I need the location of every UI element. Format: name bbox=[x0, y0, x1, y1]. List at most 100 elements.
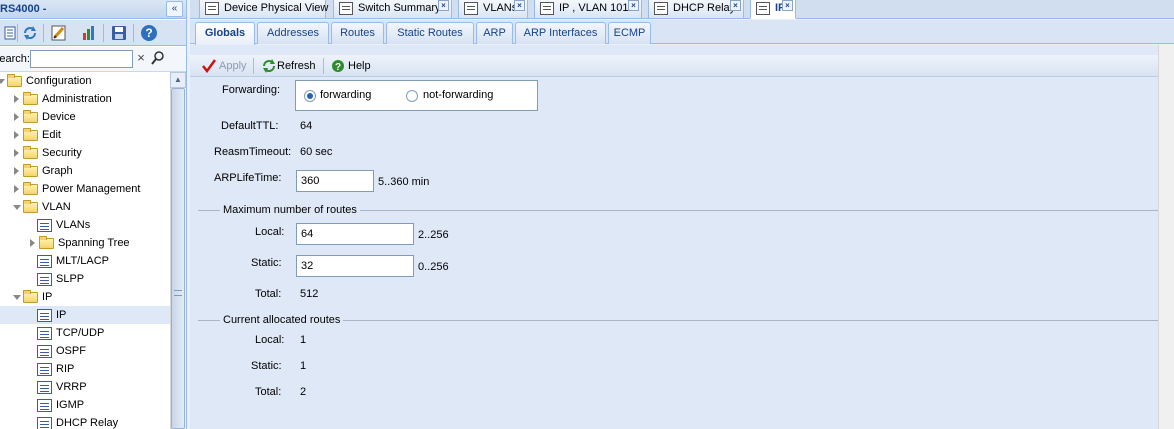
max-total-value: 512 bbox=[300, 288, 319, 300]
help-icon[interactable]: ? bbox=[140, 24, 158, 42]
tree-item-spanning-tree[interactable]: Spanning Tree bbox=[0, 234, 170, 252]
tree-item-tcp-udp[interactable]: TCP/UDP bbox=[0, 324, 170, 342]
forwarding-radio[interactable] bbox=[304, 90, 316, 102]
current-local-label: Local: bbox=[255, 334, 285, 346]
max-local-routes-input[interactable]: 64 bbox=[296, 223, 414, 245]
expand-arrow-icon[interactable] bbox=[14, 185, 19, 193]
collapse-panel-button[interactable]: « bbox=[166, 1, 183, 17]
tree-item-dhcp-relay[interactable]: DHCP Relay bbox=[0, 414, 170, 429]
document-tab-device-physical-view[interactable]: Device Physical View bbox=[199, 0, 329, 19]
tab-arp-interfaces[interactable]: ARP Interfaces bbox=[515, 22, 606, 44]
refresh-icon[interactable] bbox=[21, 24, 39, 42]
tree-item-vlan[interactable]: VLAN bbox=[0, 198, 170, 216]
tree-item-device[interactable]: Device bbox=[0, 108, 170, 126]
collapse-arrow-icon[interactable] bbox=[13, 205, 21, 210]
toolbar-separator bbox=[323, 58, 324, 74]
tab-globals[interactable]: Globals bbox=[195, 22, 255, 45]
toolbar-separator bbox=[253, 58, 254, 74]
arp-life-time-input[interactable]: 360 bbox=[296, 170, 374, 192]
document-tab-ip-vlan-101[interactable]: IP , VLAN 101 × bbox=[534, 0, 642, 19]
tree-item-ip[interactable]: IP bbox=[0, 288, 170, 306]
tree-item-label: Security bbox=[42, 147, 82, 159]
page-icon bbox=[37, 309, 52, 322]
max-routes-legend: Maximum number of routes bbox=[220, 204, 360, 216]
close-tab-icon[interactable]: × bbox=[514, 0, 525, 11]
close-tab-icon[interactable]: × bbox=[782, 0, 793, 11]
save-icon[interactable] bbox=[110, 24, 128, 42]
tree-item-graph[interactable]: Graph bbox=[0, 162, 170, 180]
document-tab-dhcp-relay[interactable]: DHCP Relay × bbox=[648, 0, 744, 19]
tree-item-label: Spanning Tree bbox=[58, 237, 130, 249]
tab-static-routes[interactable]: Static Routes bbox=[386, 22, 474, 44]
tree-item-vrrp[interactable]: VRRP bbox=[0, 378, 170, 396]
collapse-arrow-icon[interactable] bbox=[0, 79, 5, 84]
tree-item-label: Power Management bbox=[42, 183, 141, 195]
tree-item-ip[interactable]: IP bbox=[0, 306, 170, 324]
page-icon bbox=[205, 2, 219, 15]
folder-icon bbox=[39, 236, 54, 249]
current-static-value: 1 bbox=[300, 360, 307, 372]
expand-arrow-icon[interactable] bbox=[14, 95, 19, 103]
graph-icon[interactable] bbox=[80, 24, 98, 42]
tree-item-igmp[interactable]: IGMP bbox=[0, 396, 170, 414]
tab-ecmp[interactable]: ECMP bbox=[608, 22, 651, 44]
tree-item-mlt-lacp[interactable]: MLT/LACP bbox=[0, 252, 170, 270]
document-tab-ip[interactable]: IP × bbox=[750, 0, 796, 19]
close-tab-icon[interactable]: × bbox=[438, 0, 449, 11]
expand-arrow-icon[interactable] bbox=[14, 113, 19, 121]
close-tab-icon[interactable]: × bbox=[628, 0, 639, 11]
refresh-button[interactable]: Refresh bbox=[261, 58, 321, 74]
edit-icon[interactable] bbox=[50, 24, 68, 42]
forwarding-option-label: forwarding bbox=[320, 89, 372, 101]
tree-item-slpp[interactable]: SLPP bbox=[0, 270, 170, 288]
document-tab-vlans[interactable]: VLANs × bbox=[458, 0, 528, 19]
scroll-up-arrow-icon[interactable]: ▲ bbox=[170, 72, 186, 88]
navigation-toolbar: ? bbox=[0, 20, 186, 46]
tree-item-label: RIP bbox=[56, 363, 75, 375]
current-total-label: Total: bbox=[255, 386, 282, 398]
search-icon[interactable] bbox=[150, 50, 166, 68]
page-icon bbox=[654, 2, 668, 15]
document-tab-label: VLANs bbox=[483, 2, 518, 14]
expand-arrow-icon[interactable] bbox=[30, 239, 35, 247]
expand-arrow-icon[interactable] bbox=[14, 167, 19, 175]
default-ttl-value: 64 bbox=[300, 120, 313, 132]
document-tab-switch-summary[interactable]: Switch Summary × bbox=[333, 0, 452, 19]
tree-scrollbar-thumb[interactable] bbox=[171, 88, 185, 429]
default-ttl-label: DefaultTTL: bbox=[221, 120, 279, 132]
toolbar-separator bbox=[103, 24, 104, 42]
expand-arrow-icon[interactable] bbox=[14, 131, 19, 139]
content-scrollbar[interactable] bbox=[1158, 45, 1174, 429]
folder-icon bbox=[23, 182, 38, 195]
tree-item-label: MLT/LACP bbox=[56, 255, 109, 267]
help-button[interactable]: ? Help bbox=[331, 58, 371, 74]
tree-item-ospf[interactable]: OSPF bbox=[0, 342, 170, 360]
max-static-routes-input[interactable]: 32 bbox=[296, 255, 414, 277]
tab-addresses[interactable]: Addresses bbox=[257, 22, 329, 44]
tree-item-vlans[interactable]: VLANs bbox=[0, 216, 170, 234]
tree-item-configuration[interactable]: Configuration bbox=[0, 72, 170, 90]
close-tab-icon[interactable]: × bbox=[730, 0, 741, 11]
tree-item-edit[interactable]: Edit bbox=[0, 126, 170, 144]
tree-item-security[interactable]: Security bbox=[0, 144, 170, 162]
expand-arrow-icon[interactable] bbox=[14, 149, 19, 157]
not-forwarding-radio[interactable] bbox=[406, 90, 418, 102]
help-label: Help bbox=[348, 60, 371, 72]
clear-search-icon[interactable]: × bbox=[134, 51, 148, 67]
collapse-arrow-icon[interactable] bbox=[13, 295, 21, 300]
folder-icon bbox=[23, 290, 38, 303]
tab-routes[interactable]: Routes bbox=[331, 22, 384, 44]
page-icon bbox=[37, 273, 52, 286]
apply-label: Apply bbox=[219, 60, 247, 72]
max-local-range: 2..256 bbox=[418, 229, 449, 241]
tree-item-rip[interactable]: RIP bbox=[0, 360, 170, 378]
folder-icon bbox=[23, 92, 38, 105]
current-local-value: 1 bbox=[300, 334, 307, 346]
tree-item-label: Graph bbox=[42, 165, 73, 177]
document-tab-label: Device Physical View bbox=[224, 2, 329, 14]
search-input[interactable] bbox=[30, 50, 133, 68]
tab-arp[interactable]: ARP bbox=[476, 22, 513, 44]
tree-item-administration[interactable]: Administration bbox=[0, 90, 170, 108]
tree-item-power-management[interactable]: Power Management bbox=[0, 180, 170, 198]
svg-text:?: ? bbox=[145, 26, 152, 40]
